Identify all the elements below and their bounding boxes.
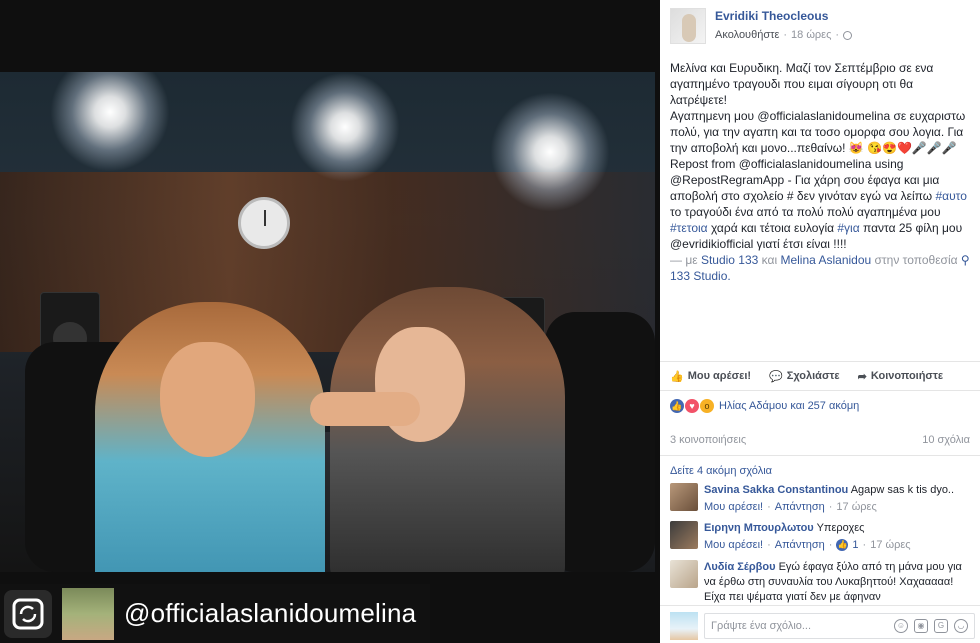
comment-like-link[interactable]: Μου αρέσει! <box>704 539 763 551</box>
share-label: Κοινοποιήστε <box>870 370 944 382</box>
author-name[interactable]: Evridiki Theocleous <box>715 9 852 23</box>
share-arrow-icon: ➦ <box>857 370 867 383</box>
dot-separator: · <box>828 501 833 513</box>
comment-input[interactable]: Γράψτε ένα σχόλιο... ☺ ◉ G ◡ <box>704 613 975 639</box>
post-actions: 👍 Μου αρέσει! 💬 Σχολιάστε ➦ Κοινοποιήστε <box>660 364 980 388</box>
regram-avatar <box>62 587 114 640</box>
person-left-face <box>160 342 255 457</box>
emoji-icon[interactable]: ☺ <box>894 619 908 633</box>
commenter-name[interactable]: Ειρηνη Μπουρλωτου <box>704 522 814 534</box>
photo-theater: @officialaslanidoumelina Evridiki Theocl… <box>0 0 980 643</box>
commenter-avatar[interactable] <box>670 483 698 511</box>
post-meta: Ακολουθήστε · 18 ώρες · <box>715 29 853 41</box>
share-button[interactable]: ➦ Κοινοποιήστε <box>858 370 943 383</box>
reaction-text: Ηλίας Αδάμου και 257 ακόμη <box>719 400 860 412</box>
comment: Λυδία Σέρβου Εγώ έφαγα ξύλο από τη μάνα … <box>670 560 975 605</box>
dot-separator: · <box>862 539 867 551</box>
meta-separator: · <box>835 29 840 41</box>
comment-reply-link[interactable]: Απάντηση <box>775 539 825 551</box>
dot-separator: · <box>828 539 833 551</box>
comment-reply-link[interactable]: Απάντηση <box>775 501 825 513</box>
camera-icon[interactable]: ◉ <box>914 619 928 633</box>
tag-prefix: — με <box>670 253 701 267</box>
current-user-avatar <box>670 612 698 640</box>
dot-separator: · <box>767 501 771 513</box>
like-label: Μου αρέσει! <box>687 370 752 382</box>
comment: Savina Sakka Constantinou Agapw sas k ti… <box>670 483 975 513</box>
commenter-avatar[interactable] <box>670 560 698 588</box>
regram-username: @officialaslanidoumelina <box>124 598 417 628</box>
comment-text: Υπεροχες <box>816 522 865 534</box>
view-more-comments-link[interactable]: Δείτε 4 ακόμη σχόλια <box>670 465 772 477</box>
comment-placeholder: Γράψτε ένα σχόλιο... <box>711 620 812 632</box>
divider <box>660 455 980 456</box>
tagged-person-link[interactable]: Melina Aslanidou <box>780 253 871 267</box>
comment-composer: Γράψτε ένα σχόλιο... ☺ ◉ G ◡ <box>670 612 975 640</box>
location-pin-icon: ⚲ <box>960 253 970 267</box>
follow-link[interactable]: Ακολουθήστε <box>715 29 779 41</box>
thumbs-up-icon: 👍 <box>670 370 684 383</box>
post-header: Evridiki Theocleous Ακολουθήστε · 18 ώρε… <box>670 8 853 44</box>
comment-meta: Μου αρέσει! · Απάντηση · 👍 1 · 17 ώρες <box>704 539 911 551</box>
comment-like-icon: 👍 <box>836 539 849 551</box>
post-text-line: Μελίνα και Ευρυδικη. Μαζί τον Σεπτέμβριο… <box>670 61 934 107</box>
comment-icon: 💬 <box>769 370 783 383</box>
comment-meta: Μου αρέσει! · Απάντηση · 17 ώρες <box>704 501 954 513</box>
comment-text: Agapw sas k tis dyo.. <box>850 484 955 496</box>
studio-light <box>490 92 610 212</box>
comment-like-count[interactable]: 1 <box>852 539 858 551</box>
divider <box>660 361 980 362</box>
post-sidebar: Evridiki Theocleous Ακολουθήστε · 18 ώρε… <box>660 0 980 643</box>
tag-line: — με Studio 133 και Melina Aslanidou στη… <box>670 252 970 284</box>
comment-time[interactable]: 17 ώρες <box>870 539 910 551</box>
divider <box>660 605 980 606</box>
studio-light <box>290 72 400 182</box>
comment-button[interactable]: 💬 Σχολιάστε <box>769 370 840 383</box>
comments-count[interactable]: 10 σχόλια <box>922 434 970 446</box>
commenter-avatar[interactable] <box>670 521 698 549</box>
like-button[interactable]: 👍 Μου αρέσει! <box>670 370 751 383</box>
post-photo[interactable] <box>0 72 655 572</box>
commenter-name[interactable]: Savina Sakka Constantinou <box>704 484 848 496</box>
regram-watermark: @officialaslanidoumelina <box>0 584 430 643</box>
wall-clock <box>238 197 290 249</box>
location-link[interactable]: 133 Studio. <box>670 269 731 283</box>
hashtag-link[interactable]: #για <box>837 221 859 235</box>
tag-and: και <box>758 253 781 267</box>
shares-count[interactable]: 3 κοινοποιήσεις <box>670 434 746 446</box>
comment-body: Λυδία Σέρβου Εγώ έφαγα ξύλο από τη μάνα … <box>704 560 969 605</box>
comment-body: Ειρηνη Μπουρλωτου Υπεροχες <box>704 521 911 536</box>
hashtag-link[interactable]: #αυτο <box>935 189 966 203</box>
post-text-part: χαρά και τέτοια ευλογία <box>707 221 838 235</box>
commenter-name[interactable]: Λυδία Σέρβου <box>704 561 776 573</box>
like-reaction-icon: 👍 <box>670 399 684 413</box>
photo-viewer[interactable]: @officialaslanidoumelina <box>0 0 660 643</box>
wow-reaction-icon: o <box>700 399 714 413</box>
tagged-place-link[interactable]: Studio 133 <box>701 253 758 267</box>
comment-label: Σχολιάστε <box>786 370 840 382</box>
globe-icon <box>843 30 853 40</box>
post-text-part: το τραγούδι ένα από τα πολύ πολύ αγαπημέ… <box>670 205 941 219</box>
heart-hands <box>310 392 420 426</box>
comment: Ειρηνη Μπουρλωτου Υπεροχες Μου αρέσει! · … <box>670 521 975 551</box>
hashtag-link[interactable]: #τετοια <box>670 221 708 235</box>
author-avatar[interactable] <box>670 8 706 44</box>
post-text-line: Αγαπημενη μου @officialaslanidoumelina σ… <box>670 108 970 252</box>
meta-separator: · <box>783 29 788 41</box>
love-reaction-icon: ♥ <box>685 399 699 413</box>
reaction-summary[interactable]: 👍 ♥ o Ηλίας Αδάμου και 257 ακόμη <box>670 399 859 413</box>
post-time[interactable]: 18 ώρες <box>791 29 831 41</box>
post-stats: 3 κοινοποιήσεις 10 σχόλια <box>670 434 970 446</box>
comment-like-link[interactable]: Μου αρέσει! <box>704 501 763 513</box>
comment-body: Savina Sakka Constantinou Agapw sas k ti… <box>704 483 954 498</box>
divider <box>660 390 980 391</box>
post-text: Μελίνα και Ευρυδικη. Μαζί τον Σεπτέμβριο… <box>670 60 970 284</box>
dot-separator: · <box>767 539 771 551</box>
comment-time[interactable]: 17 ώρες <box>836 501 876 513</box>
location-prefix: στην τοποθεσία <box>871 253 961 267</box>
sticker-icon[interactable]: ◡ <box>954 619 968 633</box>
regram-icon <box>4 589 52 638</box>
studio-light <box>50 72 170 172</box>
gif-icon[interactable]: G <box>934 619 948 633</box>
